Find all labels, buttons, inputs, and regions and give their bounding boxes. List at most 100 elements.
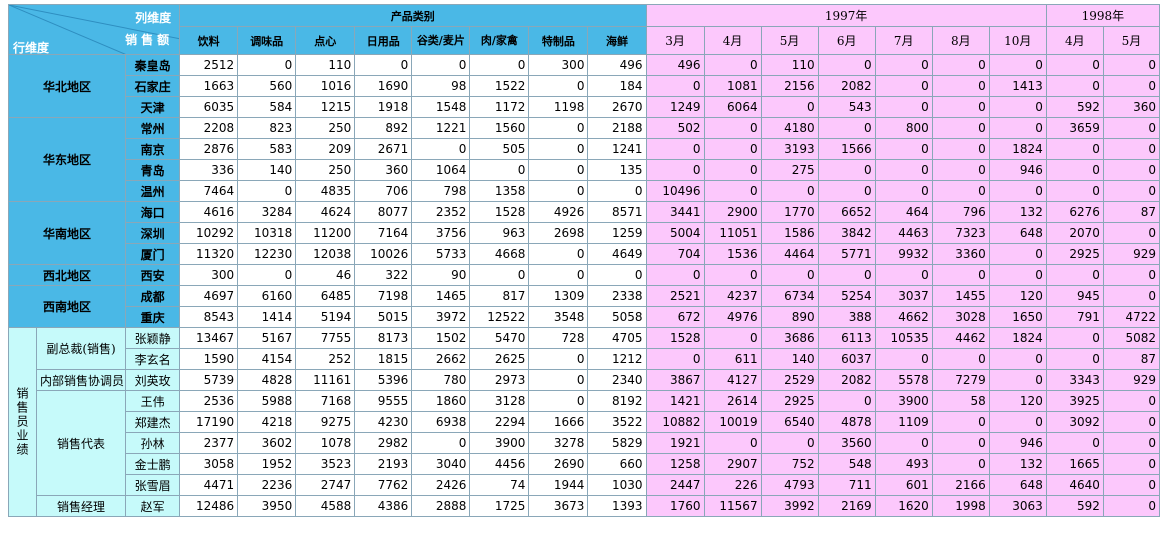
- cell-product-value: 2625: [469, 348, 530, 370]
- cell-product-value: 5015: [354, 306, 413, 328]
- cell-month-value: 4464: [760, 243, 819, 265]
- cell-month-value: 0: [1045, 138, 1104, 160]
- cell-month-value: 2447: [645, 474, 705, 496]
- cell-month-value: 0: [1045, 264, 1104, 286]
- cell-month-value: 226: [703, 474, 762, 496]
- cell-product-value: 0: [528, 243, 589, 265]
- cell-month-value: 548: [817, 453, 876, 475]
- cell-month-value: 3037: [874, 285, 933, 307]
- cell-product-value: 3972: [411, 306, 471, 328]
- cell-month-value: 929: [1102, 243, 1161, 265]
- cell-month-value: 929: [1102, 369, 1161, 391]
- cell-month-value: 1249: [645, 96, 705, 118]
- cell-month-value: 1081: [703, 75, 762, 97]
- cell-product-value: 3900: [469, 432, 530, 454]
- cell-product-value: 1198: [528, 96, 589, 118]
- cell-product-value: 8571: [587, 201, 647, 223]
- cell-product-value: 1590: [179, 348, 239, 370]
- city-label: 厦门: [125, 243, 181, 265]
- cell-product-value: 1663: [179, 75, 239, 97]
- cell-product-value: 135: [587, 159, 647, 181]
- cell-month-value: 4127: [703, 369, 762, 391]
- city-label: 南京: [125, 138, 181, 160]
- sales-role-label: 内部销售协调员: [36, 369, 127, 391]
- cell-product-value: 728: [528, 327, 589, 349]
- cell-month-value: 0: [931, 54, 990, 76]
- cell-month-value: 601: [874, 474, 933, 496]
- city-label: 秦皇岛: [125, 54, 181, 76]
- cell-month-value: 0: [703, 117, 762, 139]
- cell-product-value: 5167: [237, 327, 297, 349]
- cell-month-value: 0: [874, 432, 933, 454]
- cell-product-value: 4456: [469, 453, 530, 475]
- cell-product-value: 892: [354, 117, 413, 139]
- cell-product-value: 6035: [179, 96, 239, 118]
- cell-month-value: 3925: [1045, 390, 1104, 412]
- cell-product-value: 5739: [179, 369, 239, 391]
- cell-product-value: 2236: [237, 474, 297, 496]
- cell-month-value: 3560: [817, 432, 876, 454]
- cell-month-value: 0: [703, 159, 762, 181]
- cell-month-value: 4793: [760, 474, 819, 496]
- cell-product-value: 2747: [295, 474, 356, 496]
- cell-month-value: 3441: [645, 201, 705, 223]
- cell-product-value: 2888: [411, 495, 471, 517]
- cell-month-value: 2082: [817, 75, 876, 97]
- cell-month-value: 3900: [874, 390, 933, 412]
- cell-product-value: 2671: [354, 138, 413, 160]
- cell-product-value: 8543: [179, 306, 239, 328]
- city-label: 天津: [125, 96, 181, 118]
- cell-month-value: 120: [988, 285, 1047, 307]
- cell-month-value: 0: [645, 159, 705, 181]
- cell-product-value: 4386: [354, 495, 413, 517]
- cell-product-value: 98: [411, 75, 471, 97]
- cell-product-value: 1078: [295, 432, 356, 454]
- cell-product-value: 9275: [295, 411, 356, 433]
- cell-month-value: 0: [874, 180, 933, 202]
- cell-product-value: 798: [411, 180, 471, 202]
- cell-month-value: 0: [817, 180, 876, 202]
- cell-month-value: 1413: [988, 75, 1047, 97]
- cell-month-value: 791: [1045, 306, 1104, 328]
- cell-product-value: 2536: [179, 390, 239, 412]
- cell-product-value: 250: [295, 159, 356, 181]
- cell-product-value: 8077: [354, 201, 413, 223]
- cell-month-value: 10535: [874, 327, 933, 349]
- city-label: 重庆: [125, 306, 181, 328]
- column-header-product: 饮料: [179, 26, 239, 55]
- cell-product-value: 1502: [411, 327, 471, 349]
- cell-product-value: 3284: [237, 201, 297, 223]
- cell-product-value: 140: [237, 159, 297, 181]
- column-header-month-1997: 5月: [760, 26, 819, 55]
- cell-month-value: 0: [874, 348, 933, 370]
- cell-month-value: 496: [645, 54, 705, 76]
- cell-month-value: 611: [703, 348, 762, 370]
- cell-month-value: 0: [874, 138, 933, 160]
- cell-month-value: 0: [760, 264, 819, 286]
- cell-product-value: 1030: [587, 474, 647, 496]
- cell-month-value: 0: [988, 369, 1047, 391]
- cell-month-value: 388: [817, 306, 876, 328]
- region-label: 华北地区: [7, 54, 127, 118]
- cell-product-value: 3602: [237, 432, 297, 454]
- cell-month-value: 0: [1045, 159, 1104, 181]
- salesperson-name: 郑建杰: [125, 411, 181, 433]
- cell-month-value: 648: [988, 222, 1047, 244]
- sales-role-label: 副总裁(销售): [36, 327, 127, 370]
- cell-month-value: 2907: [703, 453, 762, 475]
- cell-month-value: 1109: [874, 411, 933, 433]
- cell-month-value: 5004: [645, 222, 705, 244]
- cell-month-value: 0: [1045, 75, 1104, 97]
- column-header-product: 肉/家禽: [469, 26, 530, 55]
- cell-month-value: 0: [1045, 54, 1104, 76]
- salesperson-name: 李玄名: [125, 348, 181, 370]
- cell-product-value: 5733: [411, 243, 471, 265]
- cell-month-value: 0: [817, 264, 876, 286]
- cell-product-value: 0: [528, 75, 589, 97]
- corner-header: 列维度 销售额 行维度: [7, 4, 181, 55]
- cell-product-value: 17190: [179, 411, 239, 433]
- cell-month-value: 2082: [817, 369, 876, 391]
- cell-product-value: 0: [411, 54, 471, 76]
- cell-month-value: 0: [931, 180, 990, 202]
- region-label: 西南地区: [7, 285, 127, 328]
